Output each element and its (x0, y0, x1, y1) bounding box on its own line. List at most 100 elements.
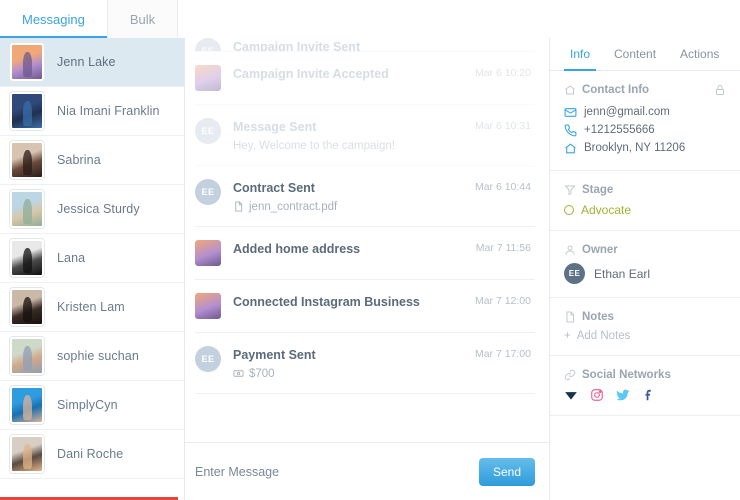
tab-info-label: Info (570, 47, 591, 61)
facebook-icon[interactable] (642, 388, 656, 402)
timeline-row[interactable]: EE Payment Sent $700 Mar 7 17:00 (195, 333, 535, 394)
stage-dot-icon (564, 205, 574, 215)
top-tabbar: Messaging Bulk (0, 0, 740, 38)
tab-content-label: Content (614, 47, 657, 61)
social-networks-section: Social Networks (550, 356, 740, 416)
timeline-body: Contract Sent jenn_contract.pdf (233, 179, 467, 213)
tab-bulk[interactable]: Bulk (107, 0, 179, 38)
money-icon (233, 368, 244, 379)
message-composer: Send (185, 442, 549, 500)
timeline-timestamp: Mar 6 10:20 (474, 67, 531, 79)
topbar-filler (178, 0, 740, 38)
stage-title: Stage (582, 184, 614, 196)
bloglovin-icon[interactable] (564, 388, 578, 402)
stage-value: Advocate (581, 203, 632, 217)
owner-value-row[interactable]: EE Ethan Earl (564, 263, 726, 284)
instagram-icon[interactable] (590, 388, 604, 402)
notes-title: Notes (582, 311, 614, 323)
timeline-timestamp: Mar 7 17:00 (474, 347, 531, 360)
owner-initials-avatar: EE (195, 178, 221, 205)
timeline-subtext-label: $700 (249, 367, 275, 380)
app-body: Jenn Lake Nia Imani Franklin Sabrina Jessic… (0, 38, 740, 500)
contact-list[interactable]: Jenn Lake Nia Imani Franklin Sabrina Jessic… (0, 38, 185, 500)
stage-value-row[interactable]: Advocate (564, 203, 726, 217)
timeline-timestamp: Mar 6 10:31 (474, 120, 531, 132)
tab-content[interactable]: Content (602, 38, 668, 70)
timeline-timestamp: Mar 7 11:56 (475, 241, 531, 254)
funnel-icon (564, 184, 576, 196)
home-icon (564, 84, 576, 96)
file-icon (233, 201, 244, 212)
contact-name: Nia Imani Franklin (57, 104, 160, 118)
timeline-row[interactable]: EE Contract Sent jenn_contract.pdf Mar 6 10… (195, 166, 535, 227)
mail-icon (564, 106, 577, 119)
note-icon (564, 311, 576, 323)
link-icon (564, 369, 576, 381)
contact-name: SimplyCyn (57, 398, 118, 412)
timeline-body: Added home address (233, 240, 468, 258)
timeline-body: Connected Instagram Business (233, 293, 467, 311)
contact-avatar (10, 239, 44, 277)
timeline-timestamp: Mar 7 12:00 (474, 294, 531, 307)
social-header: Social Networks (564, 369, 726, 381)
contact-row[interactable]: Sabrina (0, 136, 184, 185)
info-tabbar: Info Content Actions (550, 38, 740, 71)
timeline-row[interactable]: Added home address Mar 7 11:56 (195, 227, 535, 280)
owner-initials-avatar: EE (195, 345, 221, 372)
contact-address: Brooklyn, NY 11206 (584, 142, 686, 154)
contact-row[interactable]: Lana (0, 234, 184, 283)
contact-row[interactable]: SimplyCyn (0, 381, 184, 430)
contact-row[interactable]: Jenn Lake (0, 38, 184, 87)
twitter-icon[interactable] (616, 388, 630, 402)
tab-messaging[interactable]: Messaging (0, 0, 108, 38)
contact-avatar (10, 337, 44, 375)
timeline-body: Campaign Invite Accepted (233, 65, 467, 83)
timeline-row[interactable]: EE Message Sent Hey, Welcome to the campai… (195, 105, 535, 166)
timeline-timestamp: Mar 6 10:44 (474, 180, 531, 193)
contact-phone: +1212555666 (584, 124, 655, 136)
owner-title: Owner (582, 244, 618, 256)
owner-initials-avatar: EE (195, 118, 221, 144)
owner-header: Owner (564, 244, 726, 256)
contact-info-section: Contact Info jenn@gmail.com +1212555666 (550, 71, 740, 171)
tab-actions[interactable]: Actions (668, 38, 731, 70)
timeline-title: Connected Instagram Business (233, 294, 420, 309)
timeline-title: Campaign Invite Accepted (233, 67, 389, 81)
tab-info[interactable]: Info (558, 38, 602, 71)
timeline-row[interactable]: Campaign Invite Accepted Mar 6 10:20 (195, 52, 535, 105)
contact-phone-row[interactable]: +1212555666 (564, 121, 726, 139)
contact-avatar (10, 92, 44, 130)
contact-address-row[interactable]: Brooklyn, NY 11206 (564, 139, 726, 157)
contact-info-header: Contact Info (564, 84, 726, 96)
contact-email-row[interactable]: jenn@gmail.com (564, 103, 726, 121)
contact-avatar (10, 435, 44, 473)
message-input[interactable] (195, 464, 479, 479)
timeline-row[interactable]: Connected Instagram Business Mar 7 12:00 (195, 280, 535, 333)
home-address-icon (564, 142, 577, 155)
contact-row[interactable]: Nia Imani Franklin (0, 87, 184, 136)
contact-photo-avatar (195, 239, 221, 266)
notes-header: Notes (564, 311, 726, 323)
contact-row[interactable]: Kristen Lam (0, 283, 184, 332)
user-icon (564, 244, 576, 256)
contact-row[interactable]: Jessica Sturdy (0, 185, 184, 234)
timeline-row[interactable]: EE Campaign Invite Sent (195, 38, 535, 52)
timeline-title: Contract Sent (233, 180, 315, 195)
contact-name: Kristen Lam (57, 300, 125, 314)
add-notes-button[interactable]: + Add Notes (564, 330, 726, 342)
timeline-body: Message Sent Hey, Welcome to the campaign… (233, 118, 467, 152)
contact-avatar (10, 190, 44, 228)
add-notes-label: Add Notes (576, 330, 631, 342)
contact-avatar (10, 141, 44, 179)
contact-photo-avatar (195, 292, 221, 319)
notes-section: Notes + Add Notes (550, 298, 740, 356)
lock-icon[interactable] (714, 84, 726, 96)
timeline-subtext: jenn_contract.pdf (233, 201, 467, 213)
send-button[interactable]: Send (479, 457, 535, 486)
activity-timeline[interactable]: EE Campaign Invite Sent Campaign Invite Ac… (185, 38, 549, 442)
info-panel: Info Content Actions Contact Info jenn@g… (550, 38, 740, 500)
stage-section: Stage Advocate (550, 171, 740, 231)
timeline-title: Campaign Invite Sent (233, 40, 361, 52)
contact-row[interactable]: Dani Roche (0, 430, 184, 479)
contact-row[interactable]: sophie suchan (0, 332, 184, 381)
